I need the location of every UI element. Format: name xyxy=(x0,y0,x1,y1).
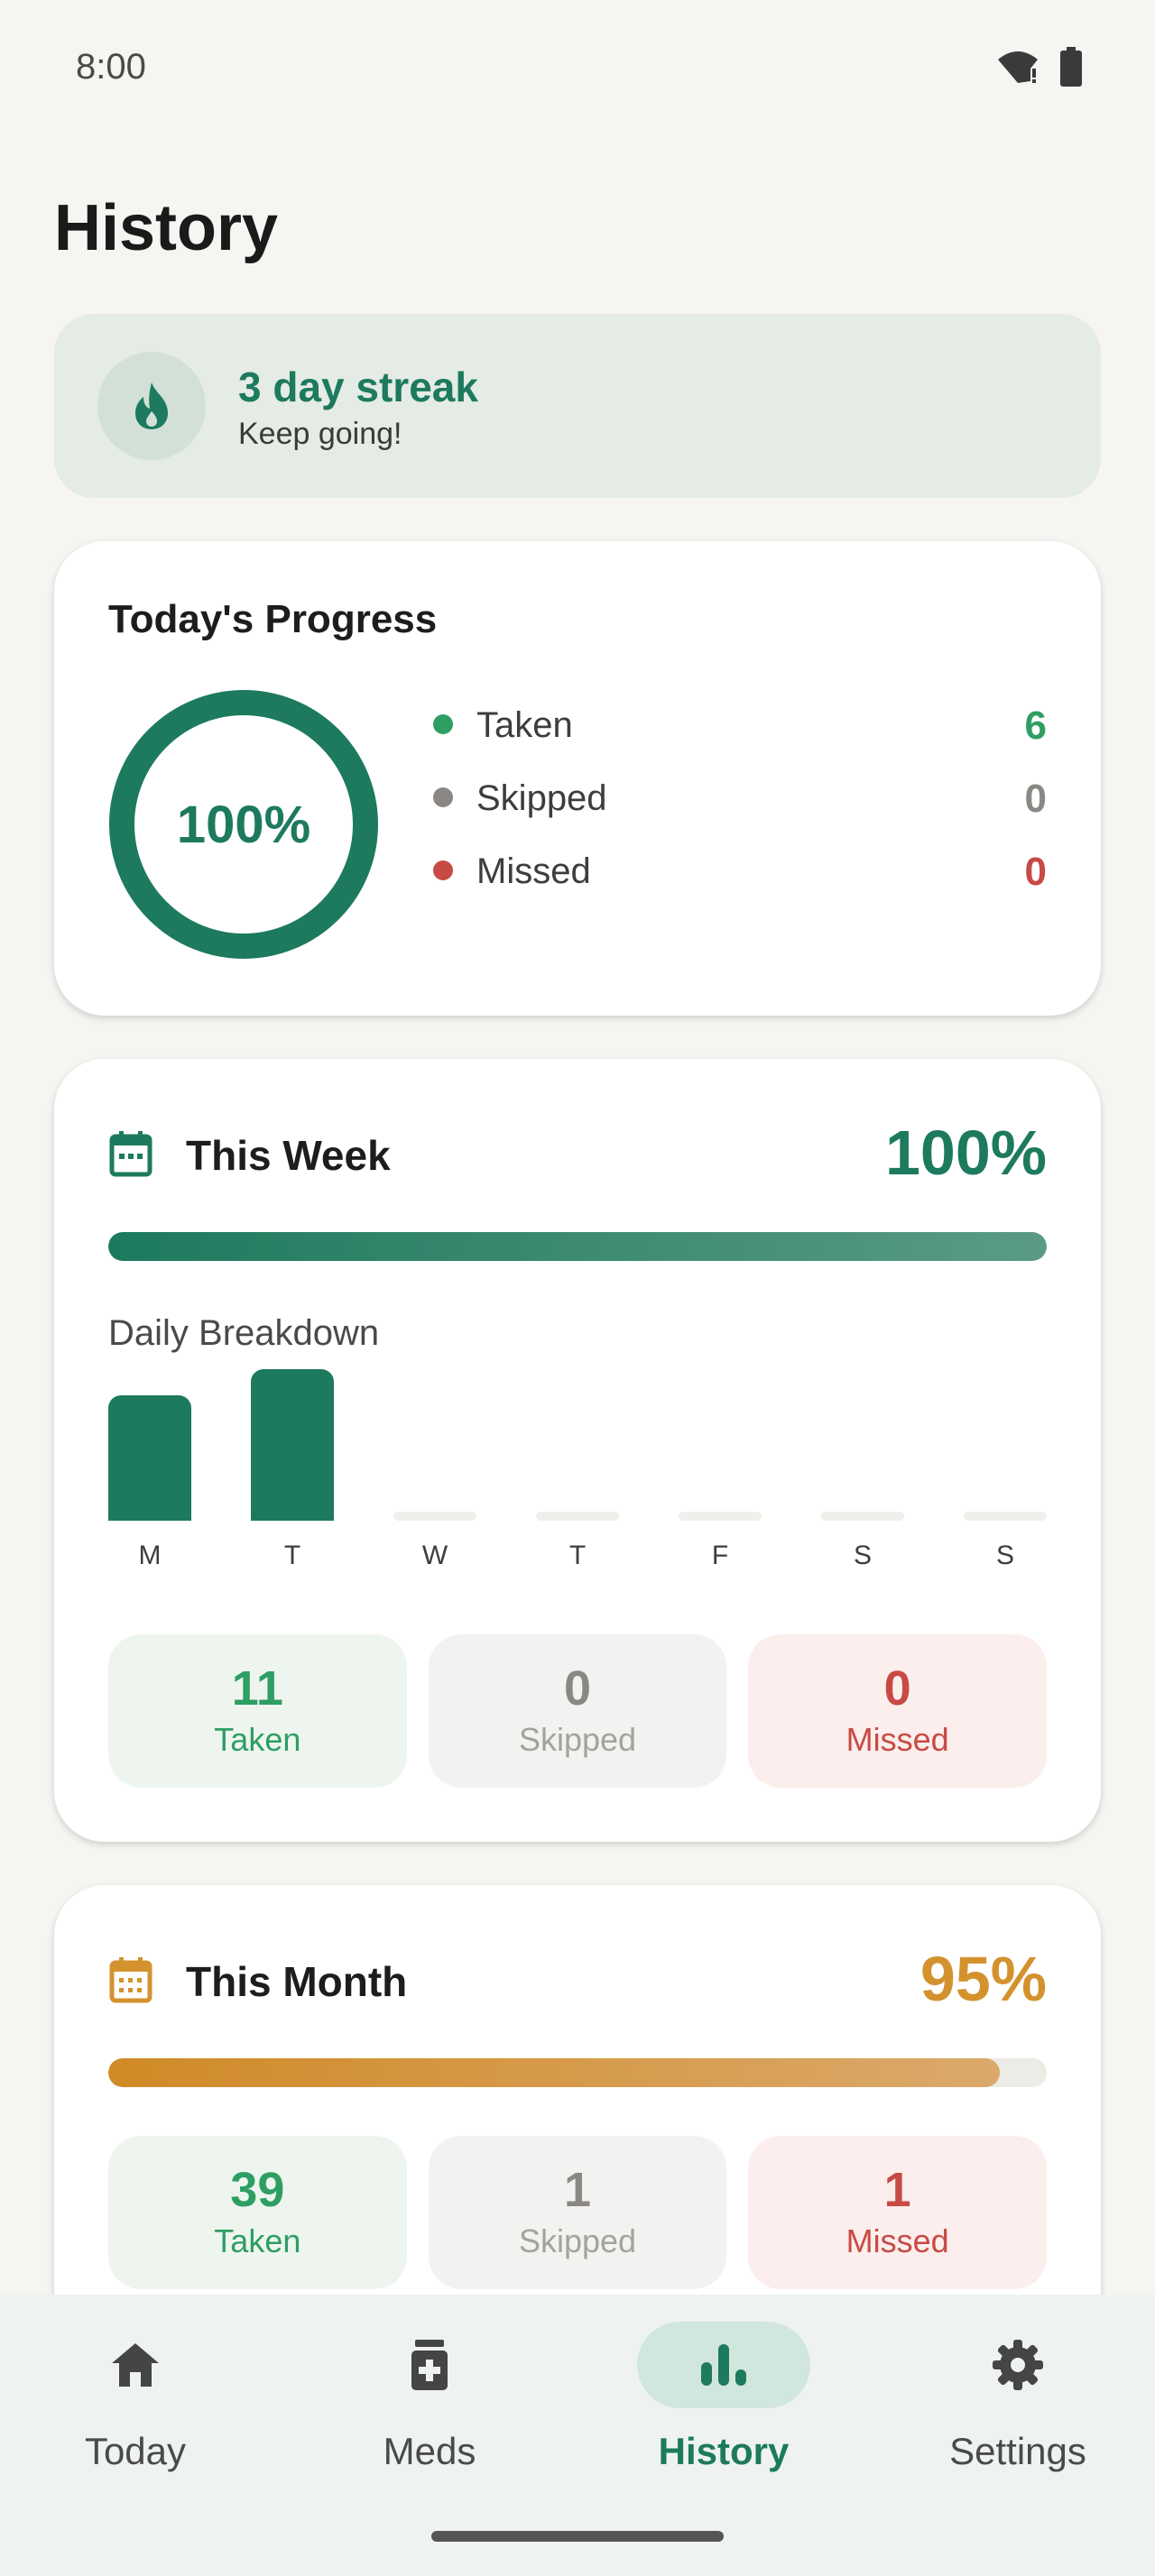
nav-history[interactable]: History xyxy=(581,2322,816,2493)
nav-pill xyxy=(931,2322,1104,2408)
nav-label: Today xyxy=(84,2430,187,2472)
month-progress-bar xyxy=(108,2058,1047,2087)
day-label: T xyxy=(283,1541,301,1570)
day-column: F xyxy=(679,1375,762,1573)
legend-value: 6 xyxy=(1024,704,1047,748)
stat-value: 11 xyxy=(231,1661,283,1716)
status-time: 8:00 xyxy=(76,47,146,87)
day-bar-empty xyxy=(679,1512,762,1521)
day-label: M xyxy=(138,1541,162,1570)
stat-value: 0 xyxy=(563,1661,592,1716)
nav-today[interactable]: Today xyxy=(0,2322,227,2493)
legend-label: Taken xyxy=(476,705,573,745)
stat-label: Missed xyxy=(845,2222,949,2259)
stat-value: 0 xyxy=(883,1661,911,1716)
page-title: History xyxy=(54,192,279,264)
day-label: F xyxy=(711,1541,729,1570)
todays-progress-title: Today's Progress xyxy=(108,597,438,641)
calendar-icon xyxy=(109,1131,152,1177)
week-stats: 11 Taken 0 Skipped 0 Missed xyxy=(108,1634,1048,1788)
week-taken-stat: 11 Taken xyxy=(108,1634,407,1788)
nav-label: Meds xyxy=(383,2430,476,2472)
month-title: This Month xyxy=(186,1958,408,2005)
day-column: T xyxy=(251,1369,334,1573)
stat-label: Taken xyxy=(214,2222,301,2259)
flame-icon xyxy=(97,352,206,460)
day-bar-empty xyxy=(393,1512,476,1521)
week-skipped-stat: 0 Skipped xyxy=(428,1634,727,1788)
day-bar xyxy=(108,1395,191,1521)
stat-value: 1 xyxy=(563,2163,592,2217)
stat-label: Missed xyxy=(845,1721,949,1758)
week-progress-bar xyxy=(108,1232,1047,1261)
calendar-month-icon xyxy=(109,1957,152,2003)
day-column: S xyxy=(821,1375,904,1573)
month-header: This Month 95% xyxy=(108,1943,1047,2015)
day-column: M xyxy=(108,1375,191,1573)
nav-label: Settings xyxy=(949,2430,1086,2472)
week-missed-stat: 0 Missed xyxy=(748,1634,1048,1788)
battery-icon xyxy=(1060,47,1082,87)
taken-dot xyxy=(433,714,453,734)
day-label: S xyxy=(995,1541,1014,1570)
day-label: W xyxy=(421,1541,448,1570)
daily-breakdown-label: Daily Breakdown xyxy=(108,1313,380,1353)
daily-breakdown-chart: MTWTFSS xyxy=(108,1369,1047,1573)
nav-pill xyxy=(49,2322,222,2408)
day-bar-empty xyxy=(536,1512,619,1521)
legend-label: Missed xyxy=(476,851,591,891)
day-bar-empty xyxy=(821,1512,904,1521)
legend-taken: Taken 6 xyxy=(433,696,1047,769)
day-column: S xyxy=(964,1375,1047,1573)
day-label: T xyxy=(568,1541,587,1570)
nav-meds[interactable]: Meds xyxy=(287,2322,522,2493)
progress-legend: Taken 6 Skipped 0 Missed 0 xyxy=(433,696,1047,915)
stat-value: 39 xyxy=(230,2163,285,2217)
missed-dot xyxy=(433,860,453,880)
month-skipped-stat: 1 Skipped xyxy=(428,2136,727,2289)
streak-banner: 3 day streak Keep going! xyxy=(54,314,1101,498)
legend-skipped: Skipped 0 xyxy=(433,769,1047,842)
stat-label: Taken xyxy=(214,1721,301,1758)
month-taken-stat: 39 Taken xyxy=(108,2136,407,2289)
week-progress-fill xyxy=(108,1232,1047,1261)
nav-pill xyxy=(637,2322,810,2408)
nav-label: History xyxy=(658,2430,790,2472)
stat-value: 1 xyxy=(883,2163,911,2217)
status-bar: 8:00 xyxy=(0,0,1155,135)
nav-pill xyxy=(343,2322,516,2408)
stat-label: Skipped xyxy=(518,1721,637,1758)
week-percent: 100% xyxy=(884,1118,1047,1188)
day-bar-empty xyxy=(964,1512,1047,1521)
bar-chart-icon xyxy=(701,2344,746,2386)
legend-label: Skipped xyxy=(476,778,607,818)
medicine-icon xyxy=(411,2340,448,2390)
day-column: W xyxy=(393,1375,476,1573)
week-title: This Week xyxy=(186,1132,391,1179)
nav-settings[interactable]: Settings xyxy=(875,2322,1110,2493)
day-bar xyxy=(251,1369,334,1521)
streak-subtitle: Keep going! xyxy=(238,417,402,451)
week-header: This Week 100% xyxy=(108,1117,1047,1189)
day-column: T xyxy=(536,1375,619,1573)
legend-value: 0 xyxy=(1024,850,1047,894)
stat-label: Skipped xyxy=(518,2222,637,2259)
gear-icon xyxy=(993,2340,1043,2390)
month-progress-fill xyxy=(108,2058,1000,2087)
todays-progress-card: Today's Progress 100% Taken 6 Skipped 0 … xyxy=(54,541,1101,1016)
skipped-dot xyxy=(433,787,453,807)
home-indicator[interactable] xyxy=(431,2531,724,2542)
progress-percent: 100% xyxy=(176,795,311,854)
month-percent: 95% xyxy=(919,1944,1047,2014)
home-icon xyxy=(112,2343,159,2387)
wifi-alert-icon xyxy=(998,51,1038,83)
legend-missed: Missed 0 xyxy=(433,842,1047,915)
streak-title: 3 day streak xyxy=(238,363,478,410)
month-missed-stat: 1 Missed xyxy=(748,2136,1048,2289)
day-label: S xyxy=(853,1541,872,1570)
this-week-card: This Week 100% Daily Breakdown M T W T F S S 1… xyxy=(54,1059,1101,1842)
legend-value: 0 xyxy=(1024,777,1047,821)
month-stats: 39 Taken 1 Skipped 1 Missed xyxy=(108,2136,1048,2289)
status-icons xyxy=(996,47,1083,87)
